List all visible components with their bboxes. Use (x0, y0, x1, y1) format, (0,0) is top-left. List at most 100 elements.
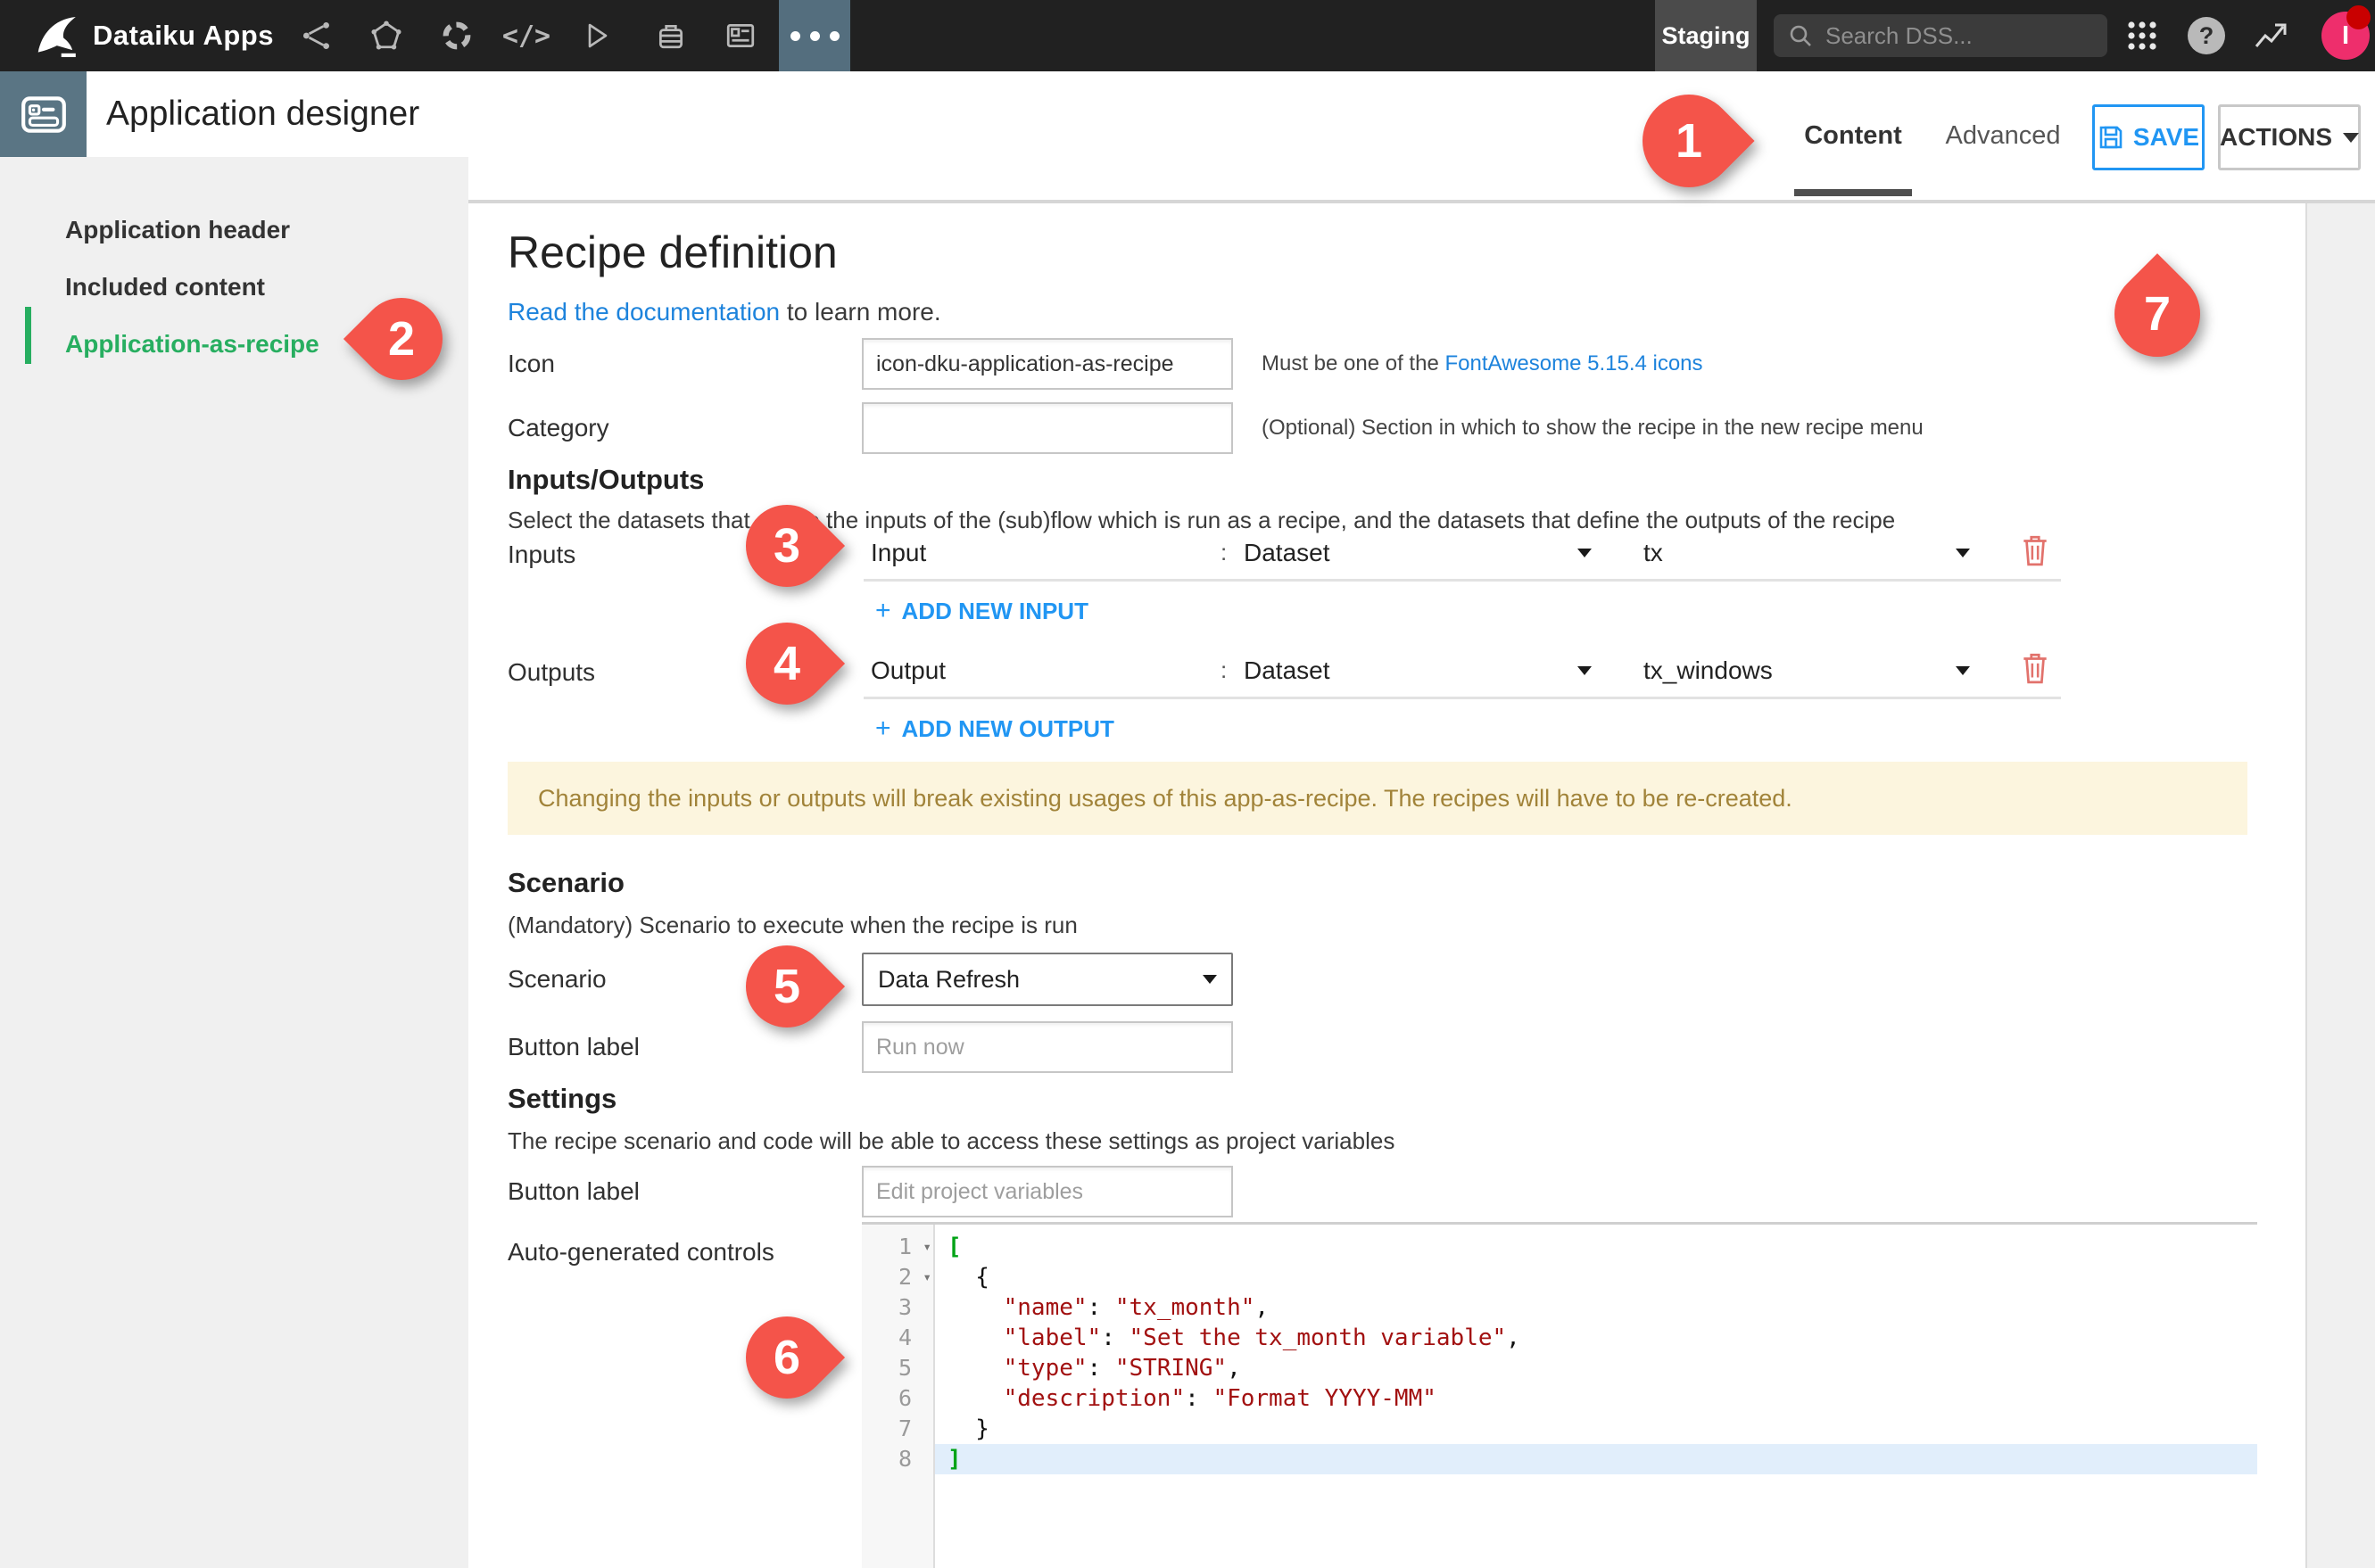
search-icon (1788, 23, 1813, 48)
icon-row: Icon Must be one of the FontAwesome 5.15… (508, 337, 2256, 391)
code-text (948, 1385, 1004, 1412)
gutter-pad (948, 1225, 2257, 1232)
category-input[interactable] (862, 402, 1233, 454)
notebooks-icon[interactable] (714, 0, 767, 71)
code-bracket: [ (948, 1234, 962, 1260)
input-name-field[interactable]: Input (864, 539, 1221, 567)
code-text: , (1254, 1294, 1269, 1321)
fold-arrow-icon[interactable]: ▾ (923, 1232, 931, 1262)
run-button-label-row: Button label (508, 1020, 1757, 1074)
fontawesome-link[interactable]: FontAwesome 5.15.4 icons (1444, 351, 1702, 375)
save-icon (2098, 124, 2124, 151)
save-button[interactable]: SAVE (2092, 104, 2205, 170)
add-new-input-button[interactable]: + ADD NEW INPUT (875, 596, 1088, 626)
line-number[interactable]: 2▾ (862, 1262, 933, 1292)
code-string: "description" (1004, 1385, 1186, 1412)
settings-description: The recipe scenario and code will be abl… (508, 1127, 1394, 1155)
code-text: : (1088, 1294, 1115, 1321)
line-number[interactable]: 6 (862, 1383, 933, 1414)
row-separator: : (1221, 539, 1244, 566)
active-tab-underline (1794, 189, 1912, 196)
section-title: Recipe definition (508, 227, 838, 278)
help-icon[interactable]: ? (2188, 17, 2225, 54)
code-line[interactable]: ] (935, 1444, 2257, 1474)
trending-icon[interactable] (2248, 16, 2293, 55)
scenario-description: (Mandatory) Scenario to execute when the… (508, 912, 1078, 939)
code-glyph: </> (502, 21, 550, 52)
warning-banner: Changing the inputs or outputs will brea… (508, 762, 2247, 835)
scenario-value: Data Refresh (878, 966, 1020, 994)
settings-button-label: Button label (508, 1177, 862, 1206)
doc-suffix: to learn more. (780, 298, 941, 326)
delete-output-button[interactable] (2020, 651, 2050, 689)
code-line[interactable]: "name": "tx_month", (948, 1292, 2257, 1323)
line-number[interactable]: 1▾ (862, 1232, 933, 1262)
dataiku-logo-icon[interactable] (30, 12, 86, 59)
code-icon[interactable]: </> (500, 0, 553, 71)
delete-input-button[interactable] (2020, 533, 2050, 572)
run-icon[interactable] (569, 0, 623, 71)
line-number[interactable]: 8 (862, 1444, 933, 1474)
code-line[interactable]: "type": "STRING", (948, 1353, 2257, 1383)
app-title: Dataiku Apps (93, 0, 274, 71)
line-number[interactable]: 4 (862, 1323, 933, 1353)
output-type-select[interactable]: Dataset (1244, 656, 1592, 685)
input-type-select[interactable]: Dataset (1244, 539, 1592, 567)
jobs-icon[interactable] (644, 0, 698, 71)
application-icon (19, 89, 69, 139)
apps-grid-icon[interactable] (2120, 14, 2164, 57)
code-line[interactable]: } (948, 1414, 2257, 1444)
code-text: , (1506, 1325, 1520, 1351)
icon-input[interactable] (862, 338, 1233, 390)
actions-label: ACTIONS (2220, 123, 2332, 152)
output-name-field[interactable]: Output (864, 656, 1221, 685)
fold-arrow-icon[interactable]: ▾ (923, 1262, 931, 1292)
json-code-editor[interactable]: 1▾2▾345678 [ { "name": "tx_month", "labe… (862, 1222, 2257, 1568)
code-line[interactable]: "label": "Set the tx_month variable", (948, 1323, 2257, 1353)
search-bar[interactable] (1774, 14, 2107, 57)
code-text (948, 1325, 1004, 1351)
code-string: "Format YYYY-MM" (1212, 1385, 1436, 1412)
documentation-link[interactable]: Read the documentation (508, 298, 780, 326)
lab-icon[interactable] (360, 0, 413, 71)
environment-badge[interactable]: Staging (1655, 0, 1757, 71)
line-number[interactable]: 3 (862, 1292, 933, 1323)
charts-icon[interactable] (430, 0, 484, 71)
callout-1: 1 (1643, 95, 1735, 187)
page-title: Application designer (106, 71, 419, 157)
code-line[interactable]: { (948, 1262, 2257, 1292)
line-number[interactable]: 7 (862, 1414, 933, 1444)
plus-icon: + (875, 714, 891, 744)
editor-code-area[interactable]: [ { "name": "tx_month", "label": "Set th… (935, 1225, 2257, 1568)
search-input[interactable] (1825, 22, 2075, 50)
controls-label: Auto-generated controls (508, 1238, 774, 1267)
tab-advanced[interactable]: Advanced (1932, 71, 2074, 200)
code-text: { (948, 1264, 989, 1291)
callout-3: 3 (746, 505, 828, 587)
line-number[interactable]: 5 (862, 1353, 933, 1383)
settings-button-label-row: Button label (508, 1165, 1757, 1218)
object-header: Application designer (0, 71, 468, 157)
code-text (948, 1294, 1004, 1321)
add-new-output-button[interactable]: + ADD NEW OUTPUT (875, 714, 1114, 744)
bird-icon (30, 12, 86, 59)
outputs-label: Outputs (508, 658, 595, 687)
sidebar-item-application-header[interactable]: Application header (0, 202, 468, 259)
more-menu-button[interactable] (779, 0, 850, 71)
flow-icon[interactable] (290, 0, 343, 71)
dot (790, 31, 800, 41)
run-button-label-input[interactable] (862, 1021, 1233, 1073)
actions-button[interactable]: ACTIONS (2218, 104, 2361, 170)
settings-button-label-input[interactable] (862, 1166, 1233, 1217)
application-designer-tile[interactable] (0, 71, 87, 157)
code-string: "STRING" (1115, 1355, 1227, 1382)
scenario-select[interactable]: Data Refresh (862, 953, 1233, 1006)
output-type-value: Dataset (1244, 656, 1330, 685)
code-line[interactable]: [ (948, 1232, 2257, 1262)
input-dataset-select[interactable]: tx (1643, 539, 1970, 567)
output-dataset-select[interactable]: tx_windows (1643, 656, 1970, 685)
code-line[interactable]: "description": "Format YYYY-MM" (948, 1383, 2257, 1414)
tab-content[interactable]: Content (1791, 71, 1916, 200)
chevron-down-icon (1956, 666, 1970, 675)
chevron-down-icon (2343, 133, 2359, 143)
